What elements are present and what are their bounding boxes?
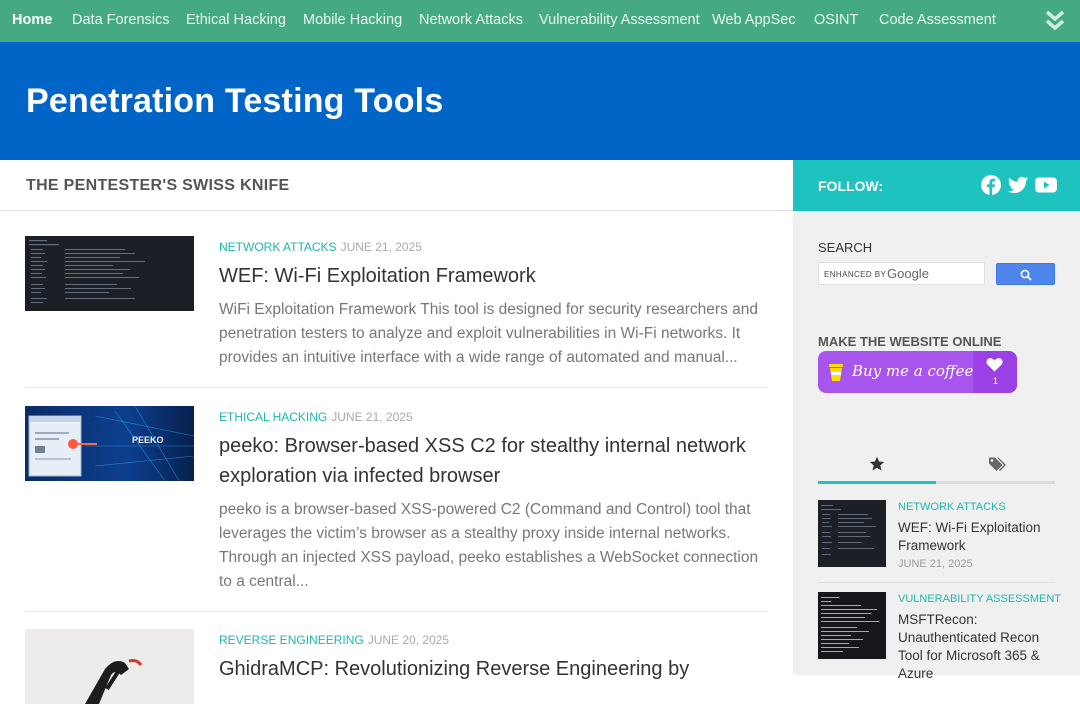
sidebar-post-item: NETWORK ATTACKS WEF: Wi-Fi Exploitation … [818, 500, 1055, 570]
post-meta: NETWORK ATTACKS JUNE 21, 2025 [219, 240, 422, 254]
post-thumbnail[interactable]: PEEKO [25, 406, 194, 481]
coffee-cup-icon [829, 364, 843, 381]
search-enhanced-by-label: ENHANCED BY [824, 270, 887, 279]
search-icon [1020, 269, 1032, 281]
tags-icon [989, 457, 1006, 471]
post-title[interactable]: GhidraMCP: Revolutionizing Reverse Engin… [219, 654, 779, 684]
nav-item-mobile-hacking[interactable]: Mobile Hacking [303, 0, 402, 42]
buy-me-a-coffee-label: Buy me a coffee [852, 362, 974, 380]
search-button[interactable] [996, 263, 1055, 285]
search-widget-title: SEARCH [818, 240, 873, 255]
top-navigation-bar: Home Data Forensics Ethical Hacking Mobi… [0, 0, 1080, 42]
post-excerpt: WiFi Exploitation Framework This tool is… [219, 301, 758, 366]
active-tab-indicator [818, 481, 936, 484]
post-thumbnail[interactable] [25, 629, 194, 704]
sidebar-post-title[interactable]: MSFTRecon: Unauthenticated Recon Tool fo… [898, 611, 1055, 683]
tagline-bar: THE PENTESTER'S SWISS KNIFE [0, 160, 793, 211]
donate-widget-title: MAKE THE WEBSITE ONLINE [818, 334, 1002, 349]
post-title[interactable]: peeko: Browser-based XSS C2 for stealthy… [219, 431, 759, 491]
buy-me-a-coffee-button[interactable]: Buy me a coffee 1 [818, 351, 1017, 393]
search-input[interactable]: ENHANCED BY Google [818, 262, 985, 285]
nav-item-home[interactable]: Home [12, 0, 52, 42]
tab-underline [818, 481, 1055, 484]
post-thumbnail[interactable] [25, 236, 194, 311]
site-title[interactable]: Penetration Testing Tools [26, 82, 443, 121]
sidebar-post-category[interactable]: NETWORK ATTACKS [898, 501, 1006, 513]
post-item: REVERSE ENGINEERING JUNE 20, 2025 GhidraM… [25, 629, 768, 704]
tab-popular[interactable] [818, 450, 936, 484]
nav-item-data-forensics[interactable]: Data Forensics [72, 0, 170, 42]
sidebar-post-divider [818, 582, 1055, 583]
youtube-icon[interactable] [1034, 174, 1058, 196]
nav-item-osint[interactable]: OSINT [814, 0, 858, 42]
post-meta: ETHICAL HACKING JUNE 21, 2025 [219, 410, 413, 424]
supporters-count: 1 [993, 376, 999, 386]
tab-tags[interactable] [937, 450, 1055, 484]
post-item: NETWORK ATTACKS JUNE 21, 2025 WEF: Wi-Fi … [25, 236, 768, 389]
post-date: JUNE 21, 2025 [331, 410, 413, 424]
nav-item-code-assessment[interactable]: Code Assessment [879, 0, 996, 42]
post-date: JUNE 20, 2025 [367, 633, 450, 647]
post-meta: REVERSE ENGINEERING JUNE 20, 2025 [219, 633, 449, 647]
sidebar-post-title[interactable]: WEF: Wi-Fi Exploitation Framework [898, 519, 1055, 555]
site-header: Penetration Testing Tools [0, 42, 1080, 160]
follow-bar: FOLLOW: [793, 160, 1080, 211]
post-item: PEEKO ETHICAL HACKING JUNE 21, 2025 peeko… [25, 406, 768, 613]
thumbnail-label: PEEKO [132, 435, 164, 445]
google-logo: Google [887, 266, 929, 281]
supporters-count-box: 1 [973, 351, 1017, 393]
twitter-icon[interactable] [1007, 174, 1029, 196]
post-title[interactable]: WEF: Wi-Fi Exploitation Framework [219, 261, 759, 291]
heart-icon [986, 358, 1003, 372]
nav-item-ethical-hacking[interactable]: Ethical Hacking [186, 0, 286, 42]
facebook-icon[interactable] [980, 174, 1002, 196]
nav-item-vulnerability-assessment[interactable]: Vulnerability Assessment [539, 0, 700, 42]
post-divider [25, 611, 768, 612]
post-category[interactable]: NETWORK ATTACKS [219, 240, 337, 254]
post-date: JUNE 21, 2025 [340, 240, 422, 254]
sidebar-post-thumbnail[interactable] [818, 500, 886, 567]
post-excerpt: peeko is a browser-based XSS-powered C2 … [219, 501, 759, 590]
sidebar-post-thumbnail[interactable] [818, 592, 886, 659]
double-chevron-down-icon[interactable] [1044, 9, 1066, 33]
post-category[interactable]: ETHICAL HACKING [219, 410, 327, 424]
sidebar-post-date: JUNE 21, 2025 [898, 558, 973, 570]
site-tagline: THE PENTESTER'S SWISS KNIFE [26, 177, 290, 194]
nav-item-network-attacks[interactable]: Network Attacks [419, 0, 523, 42]
nav-item-web-appsec[interactable]: Web AppSec [712, 0, 796, 42]
sidebar-tabs [818, 450, 1055, 484]
sidebar-post-item: VULNERABILITY ASSESSMENT MSFTRecon: Unau… [818, 592, 1061, 681]
sidebar-post-category[interactable]: VULNERABILITY ASSESSMENT [898, 593, 1061, 605]
follow-label: FOLLOW: [818, 178, 884, 194]
star-icon [869, 456, 885, 471]
post-divider [25, 387, 768, 388]
sidebar: FOLLOW: SEARCH ENHANCED BY Google MAKE T… [793, 160, 1080, 681]
main-content: THE PENTESTER'S SWISS KNIFE NETWORK ATTA… [0, 160, 793, 704]
post-category[interactable]: REVERSE ENGINEERING [219, 633, 364, 647]
